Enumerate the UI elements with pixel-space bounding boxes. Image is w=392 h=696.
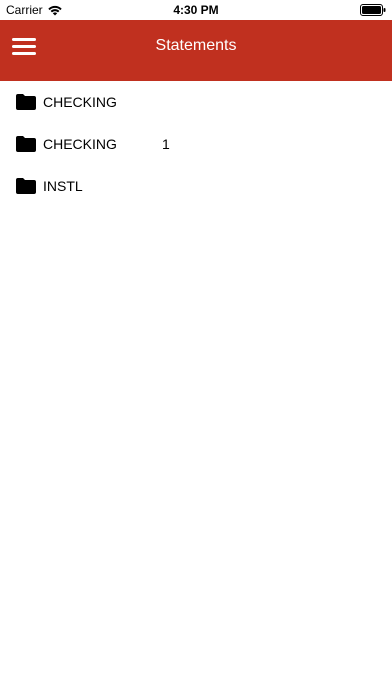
folder-icon [16, 178, 36, 194]
page-title: Statements [155, 37, 237, 54]
battery-icon [360, 4, 386, 16]
folder-count: 1 [162, 136, 170, 152]
folder-item-checking-1[interactable]: CHECKING 1 [0, 123, 392, 165]
folder-label: INSTL [43, 178, 83, 194]
status-bar: Carrier 4:30 PM [0, 0, 392, 20]
folder-icon [16, 136, 36, 152]
folder-label: CHECKING [43, 136, 117, 152]
folder-item-checking[interactable]: CHECKING [0, 81, 392, 123]
folder-item-instl[interactable]: INSTL [0, 165, 392, 207]
folder-label: CHECKING [43, 94, 117, 110]
statements-folder-list: CHECKING CHECKING 1 INSTL [0, 81, 392, 207]
folder-icon [16, 94, 36, 110]
navigation-bar: Statements [0, 20, 392, 81]
status-time: 4:30 PM [173, 3, 219, 17]
